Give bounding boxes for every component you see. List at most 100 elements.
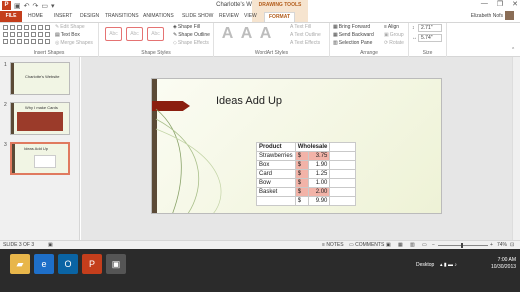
text-fill-icon: A [290, 24, 294, 30]
zoom-slider[interactable] [438, 245, 488, 246]
text-box-button[interactable]: ▤ Text Box [55, 32, 80, 38]
shape-outline-button[interactable]: ✎ Shape Outline [173, 32, 210, 38]
slide-thumbnail-1[interactable]: Charlotte's Website [10, 62, 70, 95]
table-cell[interactable] [329, 151, 357, 161]
shape-effects-button[interactable]: ◇ Shape Effects [173, 40, 209, 46]
collapse-ribbon-icon[interactable]: ⌃ [511, 47, 515, 53]
zoom-level[interactable]: 74% [497, 242, 507, 248]
outlook-icon[interactable]: O [58, 254, 78, 274]
internet-explorer-icon[interactable]: e [34, 254, 54, 274]
powerpoint-window: P ▣ ↶ ↷ ▭ ▾ Charlotte's Website - PowerP… [0, 0, 520, 292]
wordart-style-3[interactable]: A [257, 25, 274, 43]
table-cell[interactable] [329, 178, 357, 188]
slide-title[interactable]: Ideas Add Up [216, 95, 282, 107]
clock[interactable]: 7:00 AM 10/30/2013 [491, 257, 516, 271]
shape-width-input[interactable]: 5.74" [418, 34, 442, 42]
currency-cell[interactable]: $ [294, 187, 309, 197]
tab-insert[interactable]: INSERT [54, 11, 72, 22]
arrange-label: Arrange [360, 50, 378, 56]
wholesale-value-cell[interactable]: 2.00 [307, 187, 331, 197]
tab-format[interactable]: FORMAT [264, 12, 296, 22]
shape-style-1[interactable]: Abc [105, 27, 122, 41]
align-button[interactable]: ≡ Align [384, 24, 399, 30]
file-explorer-icon[interactable]: ▰ [10, 254, 30, 274]
fit-to-window-icon[interactable]: ⊡ [510, 242, 514, 248]
wordart-style-1[interactable]: A [219, 25, 236, 43]
text-fill-button[interactable]: A Text Fill [290, 24, 311, 30]
slide-thumbnail-3[interactable]: Ideas Add Up [10, 142, 70, 175]
spelling-icon[interactable]: ▣ [48, 242, 53, 248]
currency-cell[interactable]: $ [294, 169, 309, 179]
slide-show-icon[interactable]: ▭ [422, 242, 427, 248]
product-cell[interactable]: Bow [256, 178, 296, 188]
product-cell[interactable]: Strawberries [256, 151, 296, 161]
currency-cell[interactable]: $ [294, 160, 309, 170]
table-header-wholesale[interactable]: Wholesale [294, 142, 331, 152]
product-cell[interactable]: Box [256, 160, 296, 170]
desktop-toolbar-label[interactable]: Desktop [416, 262, 434, 268]
comments-button[interactable]: ▭ COMMENTS [349, 242, 384, 248]
product-cell[interactable]: Basket [256, 187, 296, 197]
merge-shapes-button[interactable]: ◎ Merge Shapes [55, 40, 93, 46]
zoom-in-icon[interactable]: + [490, 242, 493, 248]
taskbar: ▰ e O P ▣ Desktop ▴ ▮ ▬ ♪ 7:00 AM 10/30/… [0, 249, 520, 292]
user-account[interactable]: Elizabeth Nofs [471, 11, 514, 20]
text-outline-button[interactable]: A Text Outline [290, 32, 321, 38]
tab-animations[interactable]: ANIMATIONS [143, 11, 174, 22]
shape-fill-button[interactable]: ◈ Shape Fill [173, 24, 200, 30]
bring-forward-button[interactable]: ▦ Bring Forward [333, 24, 370, 30]
normal-view-icon[interactable]: ▣ [386, 242, 391, 248]
wholesale-value-cell[interactable]: 3.75 [307, 151, 331, 161]
wordart-style-2[interactable]: A [238, 25, 255, 43]
product-cell[interactable] [256, 196, 296, 206]
table-cell[interactable] [329, 187, 357, 197]
shapes-gallery[interactable] [3, 25, 50, 47]
tab-transitions[interactable]: TRANSITIONS [105, 11, 139, 22]
table-cell[interactable] [329, 169, 357, 179]
total-value-cell[interactable]: 9.90 [307, 196, 331, 206]
wholesale-value-cell[interactable]: 1.00 [307, 178, 331, 188]
zoom-slider-thumb[interactable] [461, 243, 463, 248]
wholesale-value-cell[interactable]: 1.25 [307, 169, 331, 179]
restore-button[interactable]: ❐ [497, 0, 503, 8]
table-cell[interactable] [329, 196, 357, 206]
notes-button[interactable]: ≡ NOTES [322, 242, 344, 248]
table-cell[interactable] [329, 142, 357, 152]
powerpoint-taskbar-icon[interactable]: P [82, 254, 102, 274]
text-effects-button[interactable]: A Text Effects [290, 40, 320, 46]
shape-style-3[interactable]: Abc [147, 27, 164, 41]
slide-number-2: 2 [4, 102, 7, 108]
rotate-button[interactable]: ⟳ Rotate [384, 40, 404, 46]
tray-icons[interactable]: ▴ ▮ ▬ ♪ [440, 262, 457, 268]
tab-view[interactable]: VIEW [244, 11, 257, 22]
table-cell[interactable] [329, 160, 357, 170]
shape-height-input[interactable]: 2.71" [418, 24, 442, 32]
shape-style-2[interactable]: Abc [126, 27, 143, 41]
total-currency-cell[interactable]: $ [294, 196, 309, 206]
vertical-scrollbar[interactable] [512, 57, 520, 240]
zoom-out-icon[interactable]: − [432, 242, 435, 248]
selection-pane-button[interactable]: ▥ Selection Pane [333, 40, 372, 46]
table-header-product[interactable]: Product [256, 142, 296, 152]
wholesale-table[interactable]: Product Wholesale Strawberries $ 3.75 Bo… [256, 142, 357, 206]
currency-cell[interactable]: $ [294, 178, 309, 188]
send-backward-button[interactable]: ▦ Send Backward [333, 32, 374, 38]
slide-thumbnail-2[interactable]: Why I make Cards [10, 102, 70, 135]
edit-shape-button[interactable]: ✎ Edit Shape [55, 24, 85, 30]
thumb-title: Ideas Add Up [24, 146, 49, 151]
reading-view-icon[interactable]: ▥ [410, 242, 415, 248]
group-button[interactable]: ▣ Group [384, 32, 404, 38]
tab-review[interactable]: REVIEW [219, 11, 239, 22]
current-slide[interactable]: Ideas Add Up Product Wholesale Strawberr… [151, 78, 442, 214]
currency-cell[interactable]: $ [294, 151, 309, 161]
wholesale-value-cell[interactable]: 1.90 [307, 160, 331, 170]
tab-file[interactable]: FILE [0, 11, 22, 22]
minimize-button[interactable]: — [481, 0, 488, 8]
close-button[interactable]: ✕ [512, 0, 518, 8]
camera-app-icon[interactable]: ▣ [106, 254, 126, 274]
tab-slide-show[interactable]: SLIDE SHOW [182, 11, 213, 22]
slide-sorter-icon[interactable]: ▦ [398, 242, 403, 248]
product-cell[interactable]: Card [256, 169, 296, 179]
tab-home[interactable]: HOME [28, 11, 43, 22]
tab-design[interactable]: DESIGN [80, 11, 99, 22]
